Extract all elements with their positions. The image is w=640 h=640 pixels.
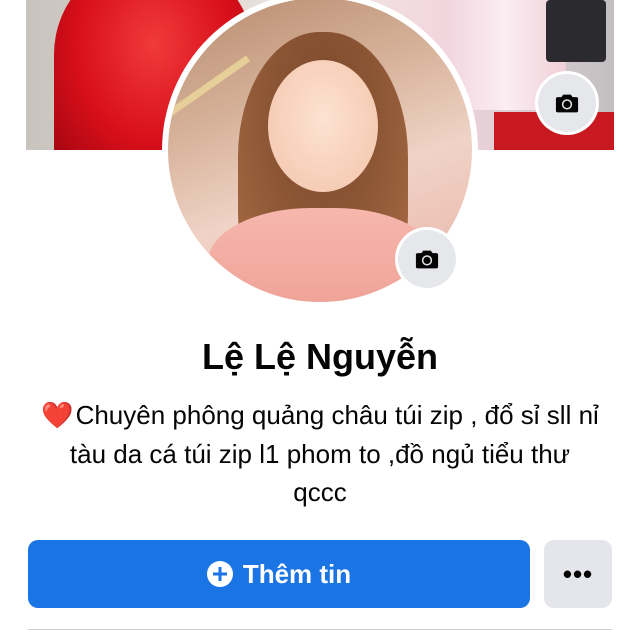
add-info-label: Thêm tin [242,558,352,589]
add-info-button[interactable]: Thêm tin [28,540,530,608]
camera-icon [555,94,579,113]
edit-cover-photo-button[interactable] [538,74,596,132]
profile-bio-text: Chuyên phông quảng châu túi zip , đổ sỉ … [69,400,599,507]
cover-photo-speaker [546,0,606,62]
profile-bio: ❤️Chuyên phông quảng châu túi zip , đổ s… [40,396,600,511]
profile-name: Lệ Lệ Nguyễn [201,336,439,377]
plus-circle-icon [206,561,233,587]
more-options-button[interactable]: ••• [544,540,612,608]
ellipsis-icon: ••• [562,558,594,589]
heart-icon: ❤️ [41,401,74,431]
section-divider [28,629,612,630]
camera-icon [415,250,439,269]
profile-picture-face [268,60,378,192]
edit-profile-picture-button[interactable] [398,230,456,288]
